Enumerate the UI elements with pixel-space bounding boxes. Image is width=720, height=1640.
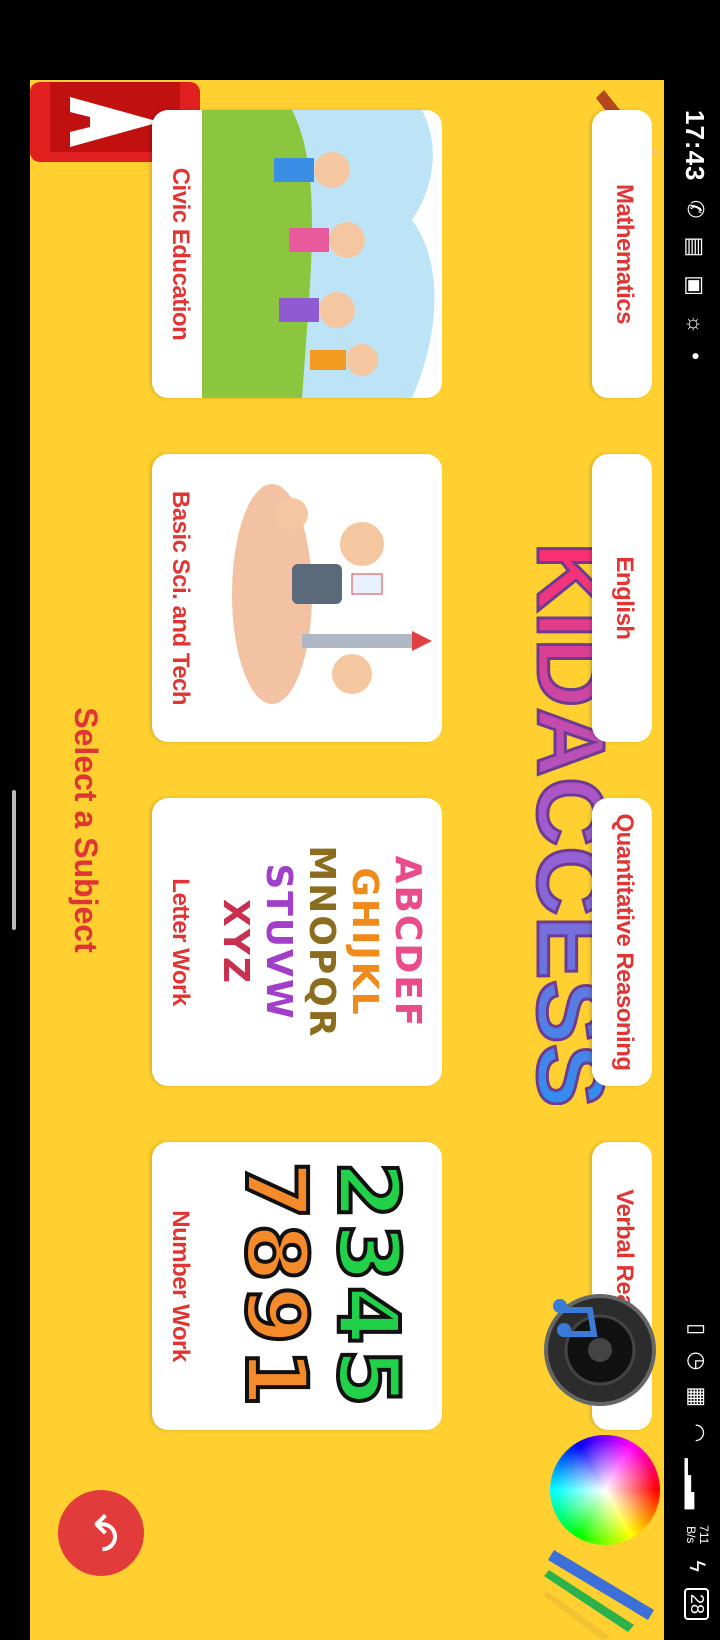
subject-label: Quantitative Reasoning <box>611 813 638 1071</box>
alphabet-row: ABCDEF <box>387 855 429 1029</box>
alphabet-row: XYZ <box>215 899 257 985</box>
app-area: KIDACCESS Mathematics English Quantitati… <box>30 80 664 1640</box>
charging-icon: ϟ <box>685 1560 710 1572</box>
alphabet-row: STUVW <box>258 863 300 1021</box>
alphabet-row: GHIJKL <box>344 867 386 1017</box>
more-notifications-icon: • <box>683 352 708 360</box>
numbers-illustration: 2345 7891 <box>202 1142 442 1430</box>
wifi-icon: ◠ <box>685 1423 710 1443</box>
subject-card-mathematics[interactable]: Mathematics <box>592 110 652 398</box>
back-arrow-icon: ↶ <box>74 1512 127 1554</box>
subject-label: Letter Work <box>167 878 194 1006</box>
battery-level: 28 <box>684 1587 710 1620</box>
subject-card-civic-education[interactable]: Civic Education <box>152 110 442 398</box>
numbers-row: 2345 <box>317 1159 419 1413</box>
science-kids-illustration <box>202 454 442 742</box>
message-icon: ▣ <box>683 275 708 297</box>
signal-icon: ▁▂▃ <box>685 1458 710 1510</box>
vibrate-icon: ▯ <box>685 1323 710 1336</box>
subject-card-english[interactable]: English <box>592 454 652 742</box>
volte-icon: ▦ <box>685 1386 710 1408</box>
subject-label: Mathematics <box>611 184 638 324</box>
landscape-stage: 17:43 ✆ ▤ ▣ ☼ • ▯ ◷ ▦ ◠ ▁▂▃ 711B/s ϟ 28 <box>0 0 720 1640</box>
notification-icon: ▤ <box>683 236 708 258</box>
back-button[interactable]: ↶ <box>58 1490 144 1576</box>
subject-label: English <box>611 556 638 640</box>
alarm-icon: ◷ <box>685 1351 710 1371</box>
subject-label: Civic Education <box>167 167 194 341</box>
subject-card-letter-work[interactable]: ABCDEF GHIJKL MNOPQR STUVW XYZ Letter Wo… <box>152 798 442 1086</box>
network-speed: 711 B/s <box>684 1525 711 1545</box>
select-subject-title: Select a Subject <box>68 707 104 953</box>
alphabet-row: MNOPQR <box>301 845 343 1039</box>
colored-pencils-decoration-icon <box>544 1550 654 1640</box>
subject-label: Number Work <box>167 1210 194 1362</box>
numbers-row: 7891 <box>225 1159 327 1413</box>
alphabet-illustration: ABCDEF GHIJKL MNOPQR STUVW XYZ <box>202 798 442 1086</box>
navigation-handle[interactable] <box>12 790 16 930</box>
subject-label: Basic Sci. and Tech <box>167 490 194 706</box>
color-wheel-icon[interactable] <box>550 1435 660 1545</box>
status-bar: 17:43 ✆ ▤ ▣ ☼ • ▯ ◷ ▦ ◠ ▁▂▃ 711 B/s ϟ 28 <box>664 0 720 1640</box>
subject-card-number-work[interactable]: 2345 7891 Number Work <box>152 1142 442 1430</box>
speaker-music-icon[interactable] <box>540 1290 660 1410</box>
subject-card-quantitative-reasoning[interactable]: Quantitative Reasoning <box>592 798 652 1086</box>
subject-card-basic-sci-and-tech[interactable]: Basic Sci. and Tech <box>152 454 442 742</box>
screen: 17:43 ✆ ▤ ▣ ☼ • ▯ ◷ ▦ ◠ ▁▂▃ 711B/s ϟ 28 <box>0 0 720 1640</box>
app-notification-icon: ☼ <box>683 314 708 335</box>
status-time: 17:43 <box>680 110 710 182</box>
children-playing-illustration <box>202 110 442 398</box>
whatsapp-icon: ✆ <box>683 200 708 219</box>
